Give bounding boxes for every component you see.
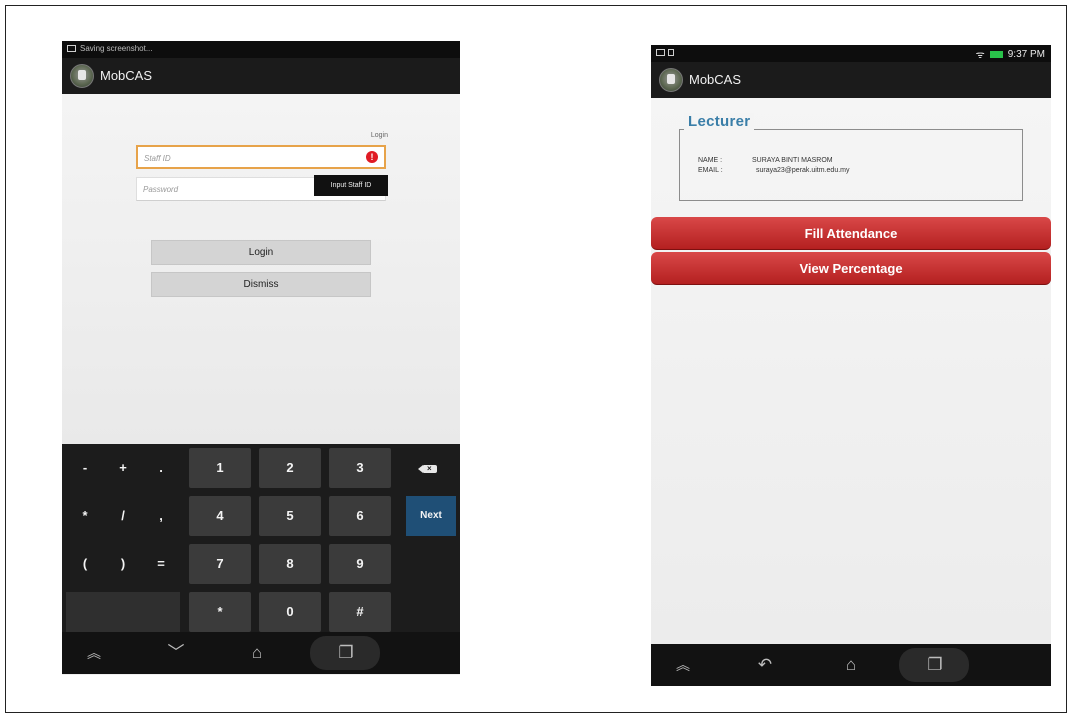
email-label: EMAIL :: [698, 167, 723, 174]
dismiss-button[interactable]: Dismiss: [151, 272, 371, 297]
key-0[interactable]: 0: [259, 592, 321, 632]
name-label: NAME :: [698, 157, 723, 164]
status-text: Saving screenshot...: [80, 44, 153, 53]
screenshot-icon: [67, 45, 76, 52]
app-logo-icon: [70, 64, 94, 88]
key-slash[interactable]: /: [104, 496, 142, 536]
fill-attendance-button[interactable]: Fill Attendance: [651, 217, 1051, 250]
key-8[interactable]: 8: [259, 544, 321, 584]
home-icon[interactable]: ⌂: [831, 644, 871, 686]
menu-up-icon[interactable]: ︽: [663, 644, 703, 686]
status-bar: Saving screenshot...: [62, 41, 460, 58]
key-plus[interactable]: +: [104, 448, 142, 488]
status-time: 9:37 PM: [1007, 48, 1045, 60]
screenshot-icon: [656, 49, 665, 56]
key-close-paren[interactable]: ): [104, 544, 142, 584]
wifi-icon: ᯤ: [975, 50, 985, 61]
lecturer-section-title: Lecturer: [684, 113, 755, 130]
recents-icon[interactable]: ❐: [915, 644, 955, 686]
key-open-paren[interactable]: (: [66, 544, 104, 584]
navigation-bar: ︽ ﹀ ⌂ ❐: [62, 632, 460, 674]
login-button[interactable]: Login: [151, 240, 371, 265]
menu-up-icon[interactable]: ︽: [74, 632, 114, 674]
login-label: Login: [370, 132, 388, 139]
key-6[interactable]: 6: [329, 496, 391, 536]
recents-icon[interactable]: ❐: [326, 632, 366, 674]
key-period[interactable]: .: [142, 448, 180, 488]
space-key[interactable]: [66, 592, 180, 632]
key-1[interactable]: 1: [189, 448, 251, 488]
name-value: SURAYA BINTI MASROM: [752, 157, 833, 164]
back-icon[interactable]: ↶: [745, 644, 785, 686]
error-tooltip: Input Staff ID: [314, 175, 388, 196]
key-equals[interactable]: =: [142, 544, 180, 584]
status-right: ᯤ 9:37 PM: [975, 47, 1045, 62]
email-value: suraya23@perak.uitm.edu.my: [756, 167, 850, 174]
staff-id-input[interactable]: Staff ID: [136, 145, 386, 169]
key-4[interactable]: 4: [189, 496, 251, 536]
lecturer-content: Lecturer NAME : SURAYA BINTI MASROM EMAI…: [651, 98, 1051, 644]
lecturer-info-box: [679, 129, 1023, 201]
hide-keyboard-icon[interactable]: ﹀: [156, 632, 196, 674]
key-9[interactable]: 9: [329, 544, 391, 584]
battery-icon: [989, 50, 1003, 58]
app-logo-icon: [659, 68, 683, 92]
backspace-key[interactable]: [404, 448, 456, 488]
key-star[interactable]: *: [189, 592, 251, 632]
key-comma[interactable]: ,: [142, 496, 180, 536]
backspace-icon: [418, 461, 437, 477]
view-percentage-button[interactable]: View Percentage: [651, 252, 1051, 285]
action-bar: MobCAS: [651, 62, 1051, 98]
key-minus[interactable]: -: [66, 448, 104, 488]
key-7[interactable]: 7: [189, 544, 251, 584]
numeric-keyboard: - + . 1 2 3 * / , 4 5 6 Next ( ) = 7 8 9…: [62, 444, 460, 632]
password-placeholder: Password: [143, 185, 179, 194]
name-row: NAME : SURAYA BINTI MASROM: [698, 157, 833, 164]
key-2[interactable]: 2: [259, 448, 321, 488]
lecturer-phone-screen: ᯤ 9:37 PM MobCAS Lecturer NAME : SURAYA …: [651, 45, 1051, 686]
next-key[interactable]: Next: [406, 496, 456, 536]
navigation-bar: ︽ ↶ ⌂ ❐: [651, 644, 1051, 686]
file-icon: [668, 49, 674, 56]
email-row: EMAIL : suraya23@perak.uitm.edu.my: [698, 167, 849, 174]
key-asterisk[interactable]: *: [66, 496, 104, 536]
app-title: MobCAS: [100, 68, 153, 83]
key-3[interactable]: 3: [329, 448, 391, 488]
staff-id-placeholder: Staff ID: [144, 154, 171, 163]
app-title: MobCAS: [689, 72, 742, 87]
key-hash[interactable]: #: [329, 592, 391, 632]
error-icon: !: [366, 151, 378, 163]
key-5[interactable]: 5: [259, 496, 321, 536]
home-icon[interactable]: ⌂: [237, 632, 277, 674]
action-bar: MobCAS: [62, 58, 460, 94]
login-phone-screen: Saving screenshot... MobCAS Login Staff …: [62, 41, 460, 675]
login-form: Login Staff ID ! Password Input Staff ID…: [62, 94, 460, 444]
status-bar: ᯤ 9:37 PM: [651, 45, 1051, 62]
